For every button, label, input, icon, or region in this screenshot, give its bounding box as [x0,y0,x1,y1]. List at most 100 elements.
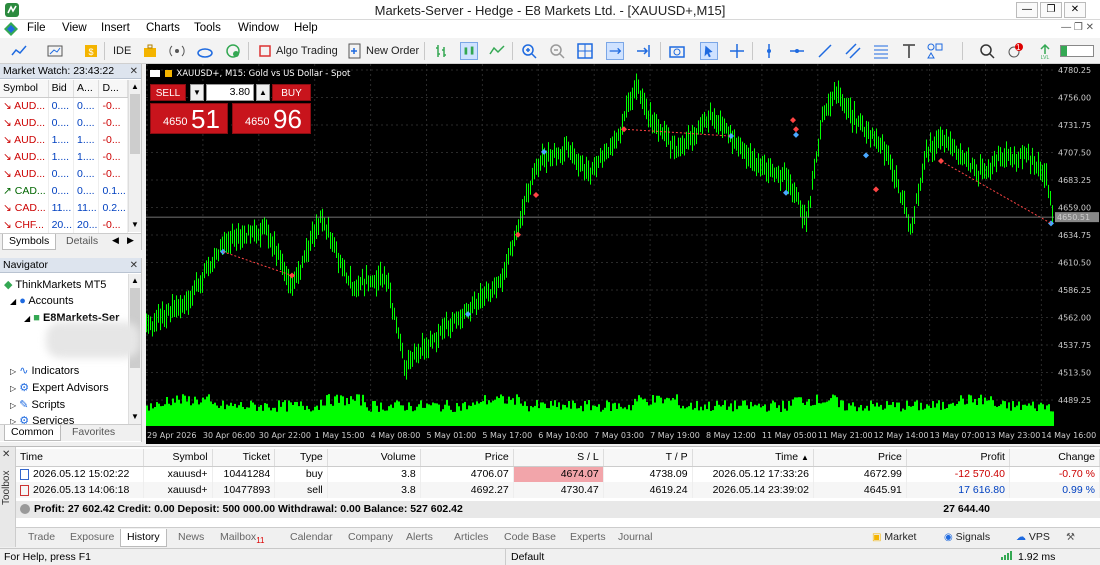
collapse-icon[interactable]: ▷ [10,384,16,393]
collapse-icon[interactable]: ▷ [10,401,16,410]
tab-scroll-right-icon[interactable]: ▶ [127,235,134,246]
status-profile[interactable]: Default [505,549,695,565]
trendline-icon[interactable] [816,42,834,60]
tab-calendar[interactable]: Calendar [284,529,339,547]
tab-common[interactable]: Common [4,425,61,441]
auto-scroll-icon[interactable] [606,42,624,60]
history-row[interactable]: 2026.05.13 14:06:18 xauusd+ 10477893 sell 3.… [16,482,1100,498]
button-tester[interactable]: ⚒ Tester [1066,529,1100,560]
symbol-cell[interactable]: ↘ AUD... [0,148,49,165]
close-icon[interactable]: ✕ [130,65,138,79]
crosshair-icon[interactable] [728,42,746,60]
button-vps[interactable]: ☁ VPS [1016,529,1050,547]
new-order-icon[interactable] [346,42,364,60]
buy-price[interactable]: 4650 96 [232,103,311,134]
symbol-cell[interactable]: ↘ CAD... [0,199,49,216]
signal-icon[interactable] [168,42,186,60]
briefcase-icon[interactable] [141,42,159,60]
channel-icon[interactable] [844,42,862,60]
col-ticket[interactable]: Ticket [212,449,276,467]
col-change[interactable]: Change [1009,449,1100,467]
search-icon[interactable] [978,42,996,60]
nav-scripts[interactable]: ▷ ✎ Scripts [10,398,65,411]
col-profit[interactable]: Profit [906,449,1010,467]
menu-tools[interactable]: Tools [194,22,221,34]
tab-experts[interactable]: Experts [564,529,612,547]
expand-icon[interactable]: ◢ [24,314,30,323]
tab-mailbox[interactable]: Mailbox11 [214,529,271,547]
menu-file[interactable]: File [27,22,46,34]
volume-input[interactable]: 3.80 [206,84,254,101]
nav-accounts[interactable]: ◢ ● Accounts [10,295,74,307]
close-icon[interactable]: ✕ [130,259,138,273]
col-time[interactable]: Time [16,449,144,467]
text-tool-icon[interactable] [900,42,918,60]
collapse-icon[interactable]: ▷ [10,367,16,376]
market-watch-row[interactable]: ↘ CHF... 20... 20... -0... [0,216,128,233]
col-ask[interactable]: A... [73,80,100,98]
symbol-cell[interactable]: ↘ AUD... [0,165,49,182]
col-symbol[interactable]: Symbol [0,80,49,98]
tab-details[interactable]: Details [60,234,104,250]
restore-button[interactable]: ❐ [1040,2,1062,18]
algo-trading-button[interactable]: Algo Trading [276,42,338,60]
ide-button[interactable]: IDE [113,42,131,60]
tab-journal[interactable]: Journal [612,529,658,547]
tab-favorites[interactable]: Favorites [66,425,121,441]
cloud-icon[interactable] [196,42,214,60]
col-close-time[interactable]: Time ▲ [692,449,814,467]
bar-chart-icon[interactable] [432,42,450,60]
tab-code-base[interactable]: Code Base [498,529,562,547]
col-bid[interactable]: Bid [48,80,75,98]
line-chart-icon[interactable] [488,42,506,60]
history-row[interactable]: 2026.05.12 15:02:22 xauusd+ 10441284 buy 3.8… [16,466,1100,482]
menu-charts[interactable]: Charts [146,22,180,34]
market-watch-row[interactable]: ↘ AUD... 1.... 1.... -0... [0,148,128,165]
tab-company[interactable]: Company [342,529,399,547]
market-watch-row[interactable]: ↘ AUD... 1.... 1.... -0... [0,131,128,148]
new-chart-icon[interactable] [10,42,28,60]
expand-icon[interactable]: ◢ [10,297,16,306]
menu-window-controls[interactable]: — ❐ ✕ [1061,22,1094,33]
market-watch-row[interactable]: ↘ AUD... 0.... 0.... -0... [0,114,128,131]
market-watch-row[interactable]: ↘ AUD... 0.... 0.... -0... [0,165,128,182]
symbol-cell[interactable]: ↗ CAD... [0,182,49,199]
volume-down-icon[interactable]: ▼ [190,84,204,101]
button-signals[interactable]: ◉ Signals [944,529,990,547]
market-watch-row[interactable]: ↘ AUD... 0.... 0.... -0... [0,97,128,114]
minimize-button[interactable]: — [1016,2,1038,18]
col-sl[interactable]: S / L [513,449,604,467]
signal-strength-icon[interactable]: LVL [1036,42,1054,60]
tab-news[interactable]: News [172,529,210,547]
vps-icon[interactable] [224,42,242,60]
col-daily-change[interactable]: D... [98,80,128,98]
market-watch-row[interactable]: ↘ CAD... 11... 11... 0.2... [0,199,128,216]
symbol-cell[interactable]: ↘ CHF... [0,216,49,233]
algo-trading-icon[interactable] [256,42,274,60]
tab-symbols[interactable]: Symbols [2,234,57,250]
market-watch-row[interactable]: ↗ CAD... 0.... 0.... 0.1... [0,182,128,199]
fibonacci-icon[interactable] [872,42,890,60]
nav-indicators[interactable]: ▷ ∿ Indicators [10,364,79,377]
tab-scroll-left-icon[interactable]: ◀ [112,235,119,246]
col-tp[interactable]: T / P [603,449,693,467]
notifications-icon[interactable] [1006,42,1024,60]
shapes-icon[interactable] [926,42,944,60]
nav-broker[interactable]: ◆ ThinkMarkets MT5 [4,278,106,291]
menu-window[interactable]: Window [238,22,279,34]
nav-expert-advisors[interactable]: ▷ ⚙ Expert Advisors [10,381,109,394]
menu-insert[interactable]: Insert [101,22,130,34]
col-symbol[interactable]: Symbol [143,449,213,467]
close-icon[interactable]: ✕ [2,449,10,460]
horizontal-line-icon[interactable] [788,42,806,60]
zoom-out-icon[interactable] [548,42,566,60]
symbol-cell[interactable]: ↘ AUD... [0,131,49,148]
tab-alerts[interactable]: Alerts [400,529,439,547]
vertical-line-icon[interactable] [760,42,778,60]
nav-services[interactable]: ▷ ⚙ Services [10,414,74,424]
candlestick-icon[interactable] [460,42,478,60]
tile-windows-icon[interactable] [576,42,594,60]
tab-trade[interactable]: Trade [22,529,61,547]
col-close-price[interactable]: Price [813,449,907,467]
collapse-icon[interactable]: ▷ [10,417,16,424]
